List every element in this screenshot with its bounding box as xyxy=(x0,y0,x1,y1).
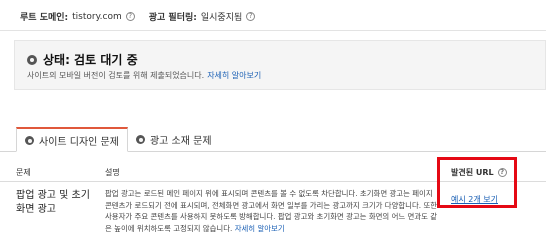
tab-ad-creative-issues[interactable]: 광고 소재 문제 xyxy=(128,127,220,152)
view-examples-link[interactable]: 예시 2개 보기 xyxy=(451,194,498,205)
site-meta: 루트 도메인: tistory.com ? 광고 필터링: 일시중지됨 ? xyxy=(20,10,256,23)
status-panel: 상태: 검토 대기 중 사이트의 모바일 버전이 검토를 위해 제출되었습니다.… xyxy=(14,40,546,90)
table-row: 팝업 광고 및 초기화면 광고 팝업 광고는 로드된 메인 페이지 위에 표시되… xyxy=(0,182,546,246)
column-header-found-urls: 발견된 URL ? xyxy=(451,167,507,178)
root-domain-value: tistory.com xyxy=(72,11,122,22)
status-title-text: 상태: 검토 대기 중 xyxy=(43,53,138,67)
help-icon[interactable]: ? xyxy=(125,12,135,21)
status-title: 상태: 검토 대기 중 xyxy=(27,51,138,68)
tab-label: 사이트 디자인 문제 xyxy=(39,136,119,148)
status-description: 사이트의 모바일 버전이 검토를 위해 제출되었습니다. 자세히 알아보기 xyxy=(27,70,261,81)
tab-dot-icon xyxy=(135,135,145,144)
table-header: 문제 설명 발견된 URL ? xyxy=(0,163,546,181)
column-header-issue: 문제 xyxy=(16,168,31,177)
column-header-found-urls-text: 발견된 URL xyxy=(451,168,494,177)
tab-label: 광고 소재 문제 xyxy=(149,136,212,147)
status-dot-icon xyxy=(27,54,37,65)
tab-bar: 사이트 디자인 문제 광고 소재 문제 xyxy=(16,127,220,152)
ad-filter-label: 광고 필터링: xyxy=(148,13,197,23)
learn-more-link[interactable]: 자세히 알아보기 xyxy=(235,224,285,233)
issue-cell: 팝업 광고 및 초기화면 광고 xyxy=(16,190,90,215)
help-icon[interactable]: ? xyxy=(246,12,256,21)
column-header-description: 설명 xyxy=(105,168,120,177)
tab-site-design-issues[interactable]: 사이트 디자인 문제 xyxy=(16,127,128,152)
tab-dot-icon xyxy=(25,135,34,145)
description-cell: 팝업 광고는 로드된 메인 페이지 위에 표시되며 콘텐츠를 볼 수 없도록 차… xyxy=(105,188,440,234)
ad-filter-value: 일시중지됨 xyxy=(200,13,243,23)
help-icon[interactable]: ? xyxy=(497,168,507,177)
divider xyxy=(0,30,546,31)
root-domain-label: 루트 도메인: xyxy=(20,13,69,23)
learn-more-link[interactable]: 자세히 알아보기 xyxy=(207,71,261,80)
status-description-text: 사이트의 모바일 버전이 검토를 위해 제출되었습니다. xyxy=(27,71,205,80)
